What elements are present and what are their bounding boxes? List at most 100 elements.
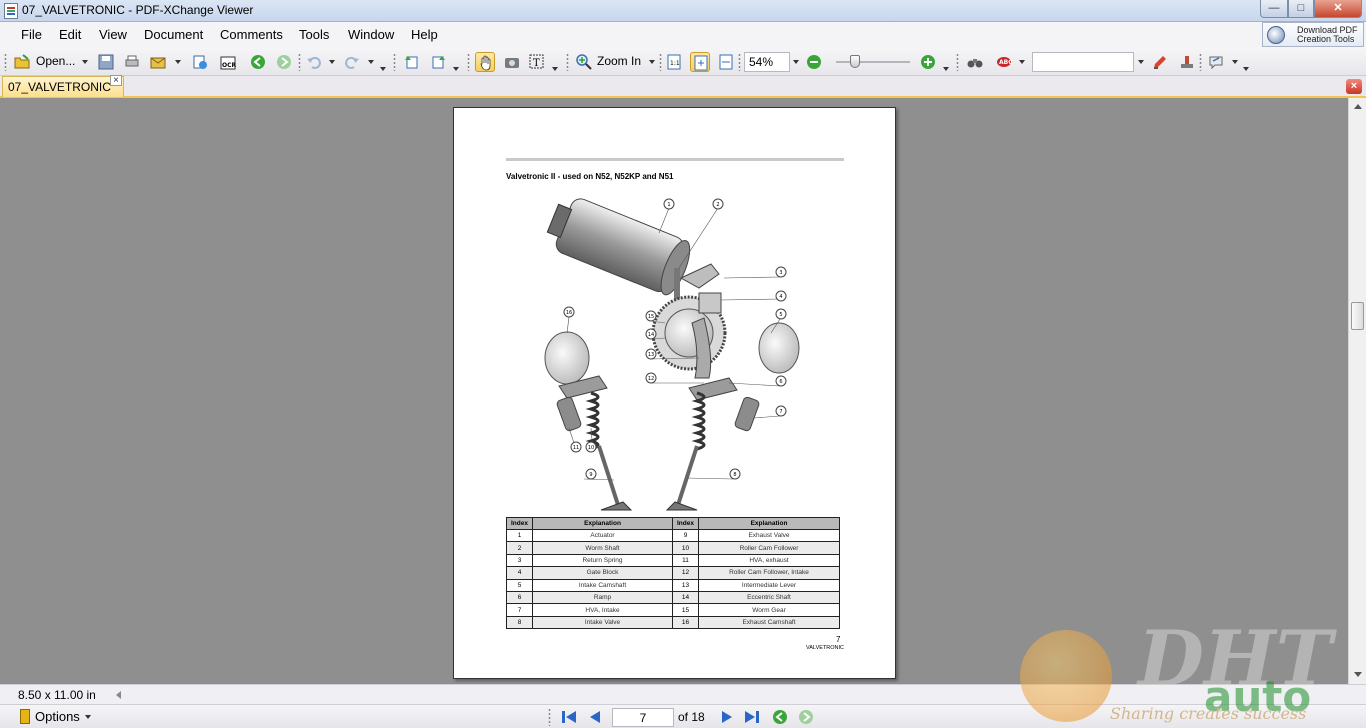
callout-1: 1 bbox=[663, 198, 675, 210]
comments-dropdown-caret[interactable] bbox=[1232, 60, 1238, 64]
toolbar-grip[interactable] bbox=[467, 53, 470, 71]
svg-text:4: 4 bbox=[779, 294, 782, 300]
toolbar-grip[interactable] bbox=[393, 53, 396, 71]
toolbar-end-overflow-caret[interactable] bbox=[1243, 67, 1249, 71]
comments-tool-button[interactable] bbox=[1206, 52, 1226, 72]
hand-tool-icon bbox=[480, 55, 491, 71]
open-dropdown-caret[interactable] bbox=[82, 60, 88, 64]
fit-width-button[interactable] bbox=[716, 52, 736, 72]
rotate-overflow-caret[interactable] bbox=[453, 67, 459, 71]
table-cell: 12 bbox=[672, 566, 699, 580]
undo-button[interactable] bbox=[304, 52, 324, 72]
zoom-in-tool-button[interactable] bbox=[574, 52, 594, 72]
redo-button[interactable] bbox=[342, 52, 362, 72]
find-button[interactable] bbox=[965, 52, 985, 72]
menu-view[interactable]: View bbox=[99, 27, 127, 42]
toolbar-overflow-caret[interactable] bbox=[380, 67, 386, 71]
zoom-overflow-caret[interactable] bbox=[943, 67, 949, 71]
search-dropdown-caret[interactable] bbox=[1138, 60, 1144, 64]
stamp-button[interactable] bbox=[1177, 52, 1197, 72]
forward-button[interactable] bbox=[274, 52, 294, 72]
snapshot-button[interactable] bbox=[502, 52, 522, 72]
undo-dropdown-caret[interactable] bbox=[329, 60, 335, 64]
fit-page-button[interactable] bbox=[690, 52, 710, 72]
scan-button[interactable] bbox=[190, 52, 210, 72]
tab-07-valvetronic[interactable]: 07_VALVETRONIC bbox=[2, 76, 124, 97]
first-page-button[interactable] bbox=[560, 709, 578, 725]
email-button[interactable] bbox=[148, 52, 168, 72]
toolbar-grip[interactable] bbox=[566, 53, 569, 71]
callout-10: 10 bbox=[585, 441, 597, 453]
scroll-thumb[interactable] bbox=[1351, 302, 1364, 330]
table-cell: 5 bbox=[506, 578, 533, 592]
zoom-level-dropdown-caret[interactable] bbox=[793, 60, 799, 64]
menu-document[interactable]: Document bbox=[144, 27, 203, 42]
menu-help[interactable]: Help bbox=[411, 27, 438, 42]
zoom-slider-track[interactable] bbox=[836, 61, 910, 63]
zoom-level-input[interactable]: 54% bbox=[744, 52, 790, 72]
close-document-icon[interactable]: × bbox=[1346, 79, 1362, 94]
menu-comments[interactable]: Comments bbox=[220, 27, 283, 42]
svg-text:5: 5 bbox=[779, 312, 782, 318]
toolbar-grip[interactable] bbox=[738, 53, 741, 71]
zoom-plus-button[interactable] bbox=[918, 52, 938, 72]
last-page-button[interactable] bbox=[743, 709, 761, 725]
svg-text:7: 7 bbox=[779, 409, 782, 415]
scroll-left-icon[interactable] bbox=[116, 691, 121, 699]
minimize-button[interactable]: — bbox=[1260, 0, 1288, 18]
menu-file[interactable]: File bbox=[21, 27, 42, 42]
scroll-down-icon[interactable] bbox=[1354, 672, 1362, 677]
zoom-in-dropdown-caret[interactable] bbox=[649, 60, 655, 64]
highlight-button[interactable] bbox=[1150, 52, 1170, 72]
zoom-slider-thumb[interactable] bbox=[850, 55, 860, 68]
table-cell: 16 bbox=[672, 615, 699, 630]
spellcheck-icon: ABC bbox=[997, 57, 1012, 67]
redo-icon bbox=[345, 56, 359, 69]
zoom-in-label[interactable]: Zoom In bbox=[597, 54, 641, 68]
spellcheck-button[interactable]: ABC bbox=[994, 52, 1014, 72]
toolbar-grip[interactable] bbox=[4, 53, 7, 71]
select-text-button[interactable]: T bbox=[527, 52, 547, 72]
toolbar-grip[interactable] bbox=[548, 708, 551, 726]
redo-dropdown-caret[interactable] bbox=[368, 60, 374, 64]
options-dropdown-caret[interactable] bbox=[85, 715, 91, 719]
zoom-out-button[interactable] bbox=[804, 52, 824, 72]
tab-close-icon[interactable]: × bbox=[110, 75, 122, 86]
print-button[interactable] bbox=[122, 52, 142, 72]
select-overflow-caret[interactable] bbox=[552, 67, 558, 71]
previous-page-button[interactable] bbox=[586, 709, 604, 725]
toolbar-grip[interactable] bbox=[298, 53, 301, 71]
open-button[interactable] bbox=[12, 52, 32, 72]
actual-size-button[interactable]: 1:1 bbox=[664, 52, 684, 72]
maximize-button[interactable]: □ bbox=[1288, 0, 1314, 18]
save-button[interactable] bbox=[96, 52, 116, 72]
scroll-up-icon[interactable] bbox=[1354, 104, 1362, 109]
menu-tools[interactable]: Tools bbox=[299, 27, 329, 42]
open-label[interactable]: Open... bbox=[36, 54, 75, 68]
ocr-button[interactable]: OCR bbox=[218, 52, 238, 72]
back-button[interactable] bbox=[248, 52, 268, 72]
hand-tool-button[interactable] bbox=[475, 52, 495, 72]
last-page-icon bbox=[745, 711, 759, 723]
previous-view-button[interactable] bbox=[771, 709, 789, 725]
search-input[interactable] bbox=[1032, 52, 1134, 72]
download-pdf-tools-button[interactable]: Download PDF Creation Tools bbox=[1262, 22, 1364, 47]
email-dropdown-caret[interactable] bbox=[175, 60, 181, 64]
spellcheck-dropdown-caret[interactable] bbox=[1019, 60, 1025, 64]
next-view-button[interactable] bbox=[797, 709, 815, 725]
toolbar-grip[interactable] bbox=[659, 53, 662, 71]
next-page-icon bbox=[722, 711, 732, 723]
table-row: 6 Ramp 14 Eccentric Shaft bbox=[506, 590, 840, 605]
column-header: Index bbox=[672, 517, 699, 530]
options-button[interactable]: Options bbox=[35, 709, 80, 724]
page-number-input[interactable]: 7 bbox=[612, 708, 674, 727]
close-button[interactable]: ✕ bbox=[1314, 0, 1362, 18]
toolbar-grip[interactable] bbox=[1199, 53, 1202, 71]
vertical-scrollbar[interactable] bbox=[1348, 98, 1366, 684]
menu-edit[interactable]: Edit bbox=[59, 27, 81, 42]
rotate-left-button[interactable] bbox=[402, 52, 422, 72]
toolbar-grip[interactable] bbox=[956, 53, 959, 71]
rotate-right-button[interactable] bbox=[428, 52, 448, 72]
menu-window[interactable]: Window bbox=[348, 27, 394, 42]
next-page-button[interactable] bbox=[718, 709, 736, 725]
